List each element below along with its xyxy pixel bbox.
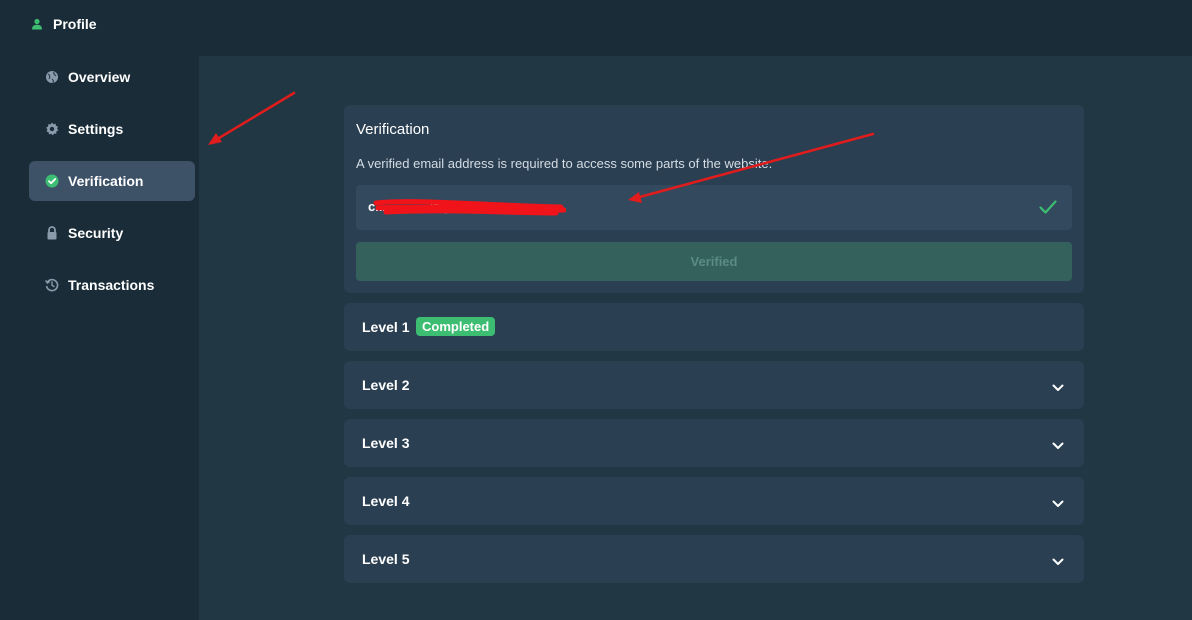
sidebar-item-label: Transactions [68, 277, 155, 293]
level-label: Level 5 [362, 551, 410, 567]
history-icon [44, 277, 60, 293]
verification-title: Verification [356, 121, 430, 138]
sidebar: Overview Settings Verification Security [29, 56, 199, 620]
redaction-scribble [373, 199, 566, 216]
sidebar-item-label: Overview [68, 69, 131, 85]
verification-description: A verified email address is required to … [356, 156, 773, 171]
level-4-row[interactable]: Level 4 [344, 477, 1084, 525]
sidebar-item-security[interactable]: Security [29, 213, 195, 253]
completed-badge: Completed [416, 317, 496, 336]
sidebar-item-transactions[interactable]: Transactions [29, 265, 195, 305]
level-2-row[interactable]: Level 2 [344, 361, 1084, 409]
verification-card: Verification A verified email address is… [344, 105, 1084, 293]
email-field[interactable]: c...............@gmail.com [356, 185, 1072, 230]
sidebar-item-overview[interactable]: Overview [29, 57, 195, 97]
check-circle-icon [44, 173, 60, 189]
globe-icon [44, 69, 60, 85]
top-header: Profile [0, 0, 1192, 56]
main-content: Verification A verified email address is… [199, 56, 1192, 620]
level-1-row[interactable]: Level 1 Completed [344, 303, 1084, 351]
level-label: Level 2 [362, 377, 410, 393]
gear-icon [44, 121, 60, 137]
sidebar-item-label: Settings [68, 121, 124, 137]
sidebar-item-label: Verification [68, 173, 144, 189]
level-label: Level 3 [362, 435, 410, 451]
chevron-down-icon[interactable] [1052, 379, 1064, 397]
profile-title: Profile [31, 16, 97, 32]
chevron-down-icon[interactable] [1052, 495, 1064, 513]
level-5-row[interactable]: Level 5 [344, 535, 1084, 583]
chevron-down-icon[interactable] [1052, 553, 1064, 571]
lock-icon [44, 225, 60, 241]
user-icon [31, 18, 43, 30]
verified-button[interactable]: Verified [356, 242, 1072, 281]
level-label: Level 4 [362, 493, 410, 509]
chevron-down-icon[interactable] [1052, 437, 1064, 455]
sidebar-item-label: Security [68, 225, 124, 241]
sidebar-item-verification[interactable]: Verification [29, 161, 195, 201]
profile-title-label: Profile [53, 16, 97, 32]
sidebar-item-settings[interactable]: Settings [29, 109, 195, 149]
level-label: Level 1 [362, 319, 410, 335]
check-icon [1038, 197, 1058, 222]
level-3-row[interactable]: Level 3 [344, 419, 1084, 467]
